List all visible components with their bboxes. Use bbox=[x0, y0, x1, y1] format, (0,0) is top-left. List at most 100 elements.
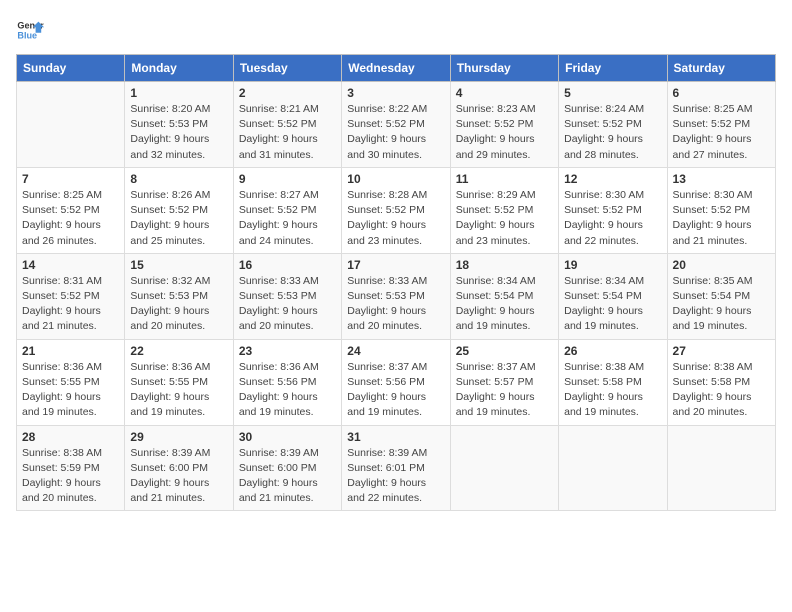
column-header-sunday: Sunday bbox=[17, 55, 125, 82]
column-header-monday: Monday bbox=[125, 55, 233, 82]
day-info: Sunrise: 8:33 AMSunset: 5:53 PMDaylight:… bbox=[239, 274, 336, 335]
logo-icon: General Blue bbox=[16, 16, 44, 44]
day-number: 22 bbox=[130, 344, 227, 358]
column-header-friday: Friday bbox=[559, 55, 667, 82]
day-info: Sunrise: 8:39 AMSunset: 6:01 PMDaylight:… bbox=[347, 446, 444, 507]
day-info: Sunrise: 8:35 AMSunset: 5:54 PMDaylight:… bbox=[673, 274, 770, 335]
calendar-header: SundayMondayTuesdayWednesdayThursdayFrid… bbox=[17, 55, 776, 82]
day-number: 23 bbox=[239, 344, 336, 358]
day-info: Sunrise: 8:22 AMSunset: 5:52 PMDaylight:… bbox=[347, 102, 444, 163]
column-header-saturday: Saturday bbox=[667, 55, 775, 82]
day-cell: 4 Sunrise: 8:23 AMSunset: 5:52 PMDaylight… bbox=[450, 82, 558, 168]
day-cell: 25 Sunrise: 8:37 AMSunset: 5:57 PMDayligh… bbox=[450, 339, 558, 425]
day-info: Sunrise: 8:30 AMSunset: 5:52 PMDaylight:… bbox=[564, 188, 661, 249]
day-number: 30 bbox=[239, 430, 336, 444]
day-info: Sunrise: 8:38 AMSunset: 5:58 PMDaylight:… bbox=[673, 360, 770, 421]
day-cell: 7Sunrise: 8:25 AMSunset: 5:52 PMDaylight… bbox=[17, 167, 125, 253]
day-cell bbox=[450, 425, 558, 511]
day-number: 18 bbox=[456, 258, 553, 272]
day-number: 24 bbox=[347, 344, 444, 358]
day-cell: 5Sunrise: 8:24 AMSunset: 5:52 PMDaylight… bbox=[559, 82, 667, 168]
day-number: 4 bbox=[456, 86, 553, 100]
day-number: 11 bbox=[456, 172, 553, 186]
day-cell: 27 Sunrise: 8:38 AMSunset: 5:58 PMDayligh… bbox=[667, 339, 775, 425]
day-cell bbox=[559, 425, 667, 511]
day-number: 25 bbox=[456, 344, 553, 358]
day-info: Sunrise: 8:23 AMSunset: 5:52 PMDaylight:… bbox=[456, 102, 553, 163]
week-row-4: 21 Sunrise: 8:36 AMSunset: 5:55 PMDayligh… bbox=[17, 339, 776, 425]
day-number: 1 bbox=[130, 86, 227, 100]
column-header-tuesday: Tuesday bbox=[233, 55, 341, 82]
day-number: 8 bbox=[130, 172, 227, 186]
day-info: Sunrise: 8:37 AMSunset: 5:56 PMDaylight:… bbox=[347, 360, 444, 421]
day-info: Sunrise: 8:38 AMSunset: 5:59 PMDaylight:… bbox=[22, 446, 119, 507]
header-row: SundayMondayTuesdayWednesdayThursdayFrid… bbox=[17, 55, 776, 82]
day-info: Sunrise: 8:34 AMSunset: 5:54 PMDaylight:… bbox=[564, 274, 661, 335]
day-info: Sunrise: 8:37 AMSunset: 5:57 PMDaylight:… bbox=[456, 360, 553, 421]
day-cell: 20Sunrise: 8:35 AMSunset: 5:54 PMDayligh… bbox=[667, 253, 775, 339]
day-number: 26 bbox=[564, 344, 661, 358]
day-number: 7 bbox=[22, 172, 119, 186]
week-row-1: 1 Sunrise: 8:20 AMSunset: 5:53 PMDaylight… bbox=[17, 82, 776, 168]
day-cell: 23 Sunrise: 8:36 AMSunset: 5:56 PMDayligh… bbox=[233, 339, 341, 425]
day-cell: 9 Sunrise: 8:27 AMSunset: 5:52 PMDaylight… bbox=[233, 167, 341, 253]
day-info: Sunrise: 8:20 AMSunset: 5:53 PMDaylight:… bbox=[130, 102, 227, 163]
day-info: Sunrise: 8:39 AMSunset: 6:00 PMDaylight:… bbox=[239, 446, 336, 507]
day-number: 27 bbox=[673, 344, 770, 358]
day-info: Sunrise: 8:25 AMSunset: 5:52 PMDaylight:… bbox=[673, 102, 770, 163]
day-number: 6 bbox=[673, 86, 770, 100]
day-cell bbox=[667, 425, 775, 511]
day-cell: 18 Sunrise: 8:34 AMSunset: 5:54 PMDayligh… bbox=[450, 253, 558, 339]
day-number: 9 bbox=[239, 172, 336, 186]
day-info: Sunrise: 8:39 AMSunset: 6:00 PMDaylight:… bbox=[130, 446, 227, 507]
week-row-2: 7Sunrise: 8:25 AMSunset: 5:52 PMDaylight… bbox=[17, 167, 776, 253]
day-cell: 13Sunrise: 8:30 AMSunset: 5:52 PMDayligh… bbox=[667, 167, 775, 253]
day-number: 28 bbox=[22, 430, 119, 444]
calendar-body: 1 Sunrise: 8:20 AMSunset: 5:53 PMDaylight… bbox=[17, 82, 776, 511]
day-info: Sunrise: 8:21 AMSunset: 5:52 PMDaylight:… bbox=[239, 102, 336, 163]
day-number: 16 bbox=[239, 258, 336, 272]
day-number: 10 bbox=[347, 172, 444, 186]
day-cell: 24 Sunrise: 8:37 AMSunset: 5:56 PMDayligh… bbox=[342, 339, 450, 425]
day-number: 12 bbox=[564, 172, 661, 186]
day-info: Sunrise: 8:24 AMSunset: 5:52 PMDaylight:… bbox=[564, 102, 661, 163]
week-row-3: 14 Sunrise: 8:31 AMSunset: 5:52 PMDayligh… bbox=[17, 253, 776, 339]
day-info: Sunrise: 8:27 AMSunset: 5:52 PMDaylight:… bbox=[239, 188, 336, 249]
day-number: 13 bbox=[673, 172, 770, 186]
day-info: Sunrise: 8:31 AMSunset: 5:52 PMDaylight:… bbox=[22, 274, 119, 335]
day-cell: 16 Sunrise: 8:33 AMSunset: 5:53 PMDayligh… bbox=[233, 253, 341, 339]
day-info: Sunrise: 8:34 AMSunset: 5:54 PMDaylight:… bbox=[456, 274, 553, 335]
day-cell: 19 Sunrise: 8:34 AMSunset: 5:54 PMDayligh… bbox=[559, 253, 667, 339]
svg-text:Blue: Blue bbox=[17, 30, 37, 40]
day-info: Sunrise: 8:29 AMSunset: 5:52 PMDaylight:… bbox=[456, 188, 553, 249]
day-cell: 2Sunrise: 8:21 AMSunset: 5:52 PMDaylight… bbox=[233, 82, 341, 168]
day-cell: 30 Sunrise: 8:39 AMSunset: 6:00 PMDayligh… bbox=[233, 425, 341, 511]
day-cell: 12 Sunrise: 8:30 AMSunset: 5:52 PMDayligh… bbox=[559, 167, 667, 253]
day-cell: 17Sunrise: 8:33 AMSunset: 5:53 PMDayligh… bbox=[342, 253, 450, 339]
day-cell: 28 Sunrise: 8:38 AMSunset: 5:59 PMDayligh… bbox=[17, 425, 125, 511]
column-header-wednesday: Wednesday bbox=[342, 55, 450, 82]
day-number: 21 bbox=[22, 344, 119, 358]
day-cell: 11 Sunrise: 8:29 AMSunset: 5:52 PMDayligh… bbox=[450, 167, 558, 253]
day-number: 19 bbox=[564, 258, 661, 272]
column-header-thursday: Thursday bbox=[450, 55, 558, 82]
day-info: Sunrise: 8:32 AMSunset: 5:53 PMDaylight:… bbox=[130, 274, 227, 335]
day-info: Sunrise: 8:36 AMSunset: 5:56 PMDaylight:… bbox=[239, 360, 336, 421]
day-info: Sunrise: 8:36 AMSunset: 5:55 PMDaylight:… bbox=[130, 360, 227, 421]
day-info: Sunrise: 8:38 AMSunset: 5:58 PMDaylight:… bbox=[564, 360, 661, 421]
day-cell: 29Sunrise: 8:39 AMSunset: 6:00 PMDayligh… bbox=[125, 425, 233, 511]
calendar-table: SundayMondayTuesdayWednesdayThursdayFrid… bbox=[16, 54, 776, 511]
logo: General Blue bbox=[16, 16, 44, 44]
day-info: Sunrise: 8:26 AMSunset: 5:52 PMDaylight:… bbox=[130, 188, 227, 249]
day-cell: 6 Sunrise: 8:25 AMSunset: 5:52 PMDaylight… bbox=[667, 82, 775, 168]
day-cell: 15Sunrise: 8:32 AMSunset: 5:53 PMDayligh… bbox=[125, 253, 233, 339]
day-cell: 21Sunrise: 8:36 AMSunset: 5:55 PMDayligh… bbox=[17, 339, 125, 425]
day-cell: 26 Sunrise: 8:38 AMSunset: 5:58 PMDayligh… bbox=[559, 339, 667, 425]
day-cell: 10Sunrise: 8:28 AMSunset: 5:52 PMDayligh… bbox=[342, 167, 450, 253]
day-number: 14 bbox=[22, 258, 119, 272]
day-cell: 31 Sunrise: 8:39 AMSunset: 6:01 PMDayligh… bbox=[342, 425, 450, 511]
day-number: 31 bbox=[347, 430, 444, 444]
day-cell: 14 Sunrise: 8:31 AMSunset: 5:52 PMDayligh… bbox=[17, 253, 125, 339]
day-info: Sunrise: 8:33 AMSunset: 5:53 PMDaylight:… bbox=[347, 274, 444, 335]
week-row-5: 28 Sunrise: 8:38 AMSunset: 5:59 PMDayligh… bbox=[17, 425, 776, 511]
